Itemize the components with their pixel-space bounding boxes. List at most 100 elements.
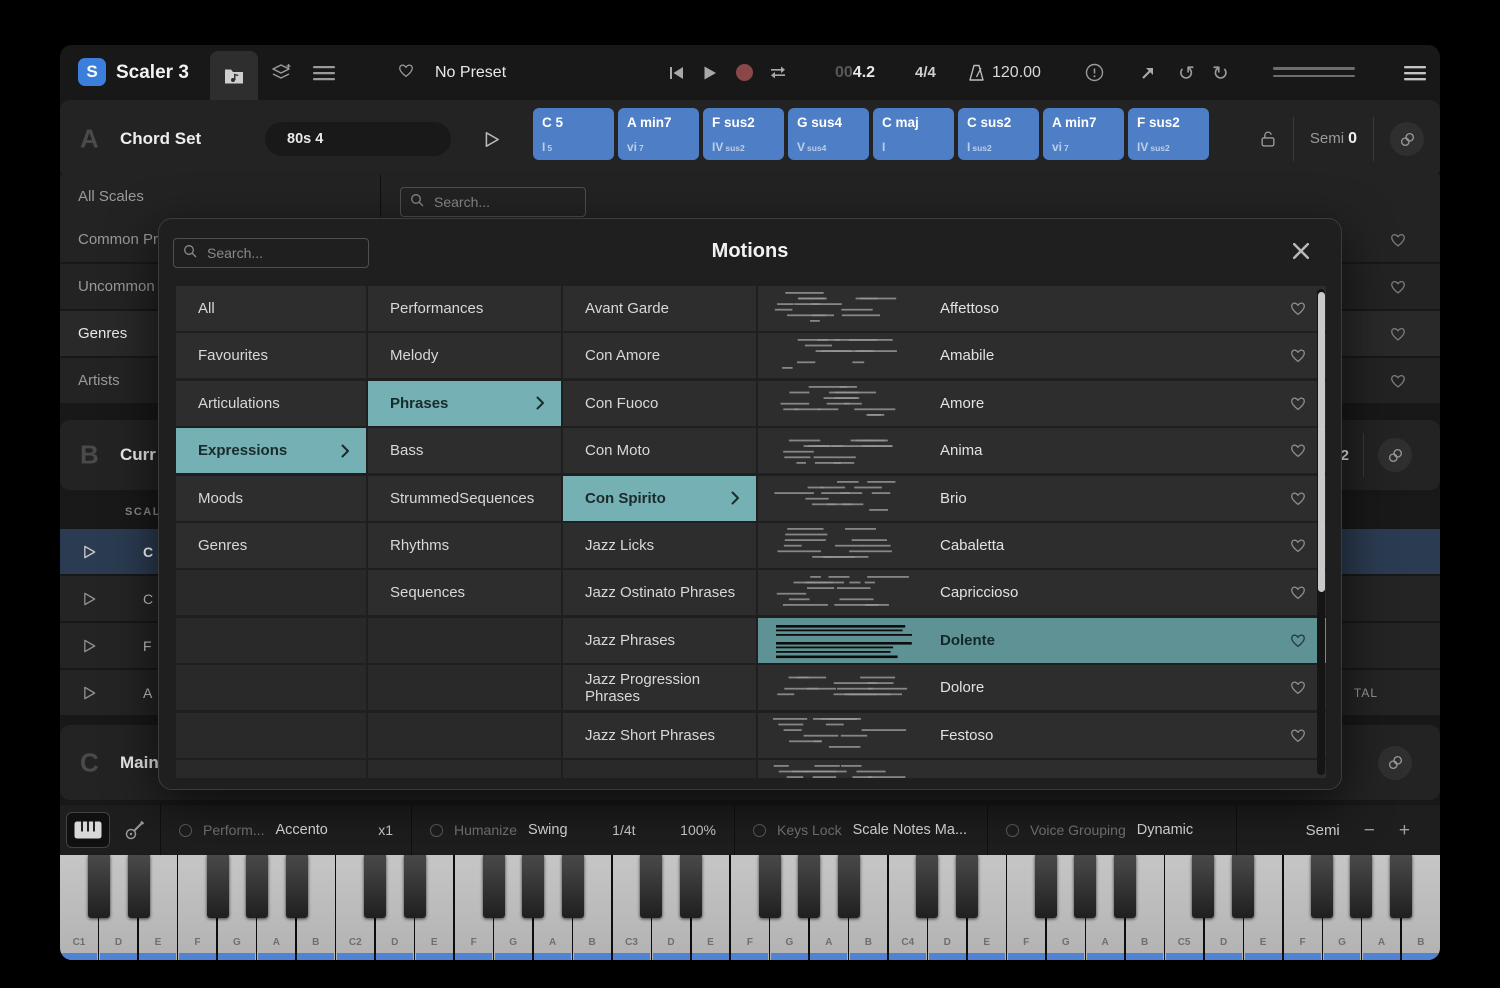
results-scrollbar[interactable] [1317,289,1325,775]
play-chord-set-button[interactable] [483,130,501,154]
piano-black-key[interactable] [680,855,702,918]
preset-name[interactable]: No Preset [435,45,506,100]
motion-result-row[interactable]: Affettoso [758,286,1326,331]
group-item-jazz-phrases[interactable]: Jazz Phrases [563,618,756,663]
guitar-view-button[interactable] [110,819,160,841]
motion-result-row[interactable]: Capriccioso [758,570,1326,615]
redo-button[interactable]: ↻ [1212,45,1229,100]
undo-button[interactable]: ↺ [1178,45,1195,100]
time-signature[interactable]: 4/4 [915,45,936,100]
alerts-button[interactable] [1084,45,1104,100]
keys-lock-control[interactable]: Keys LockScale Notes Ma... [735,805,987,855]
heart-icon[interactable] [1290,680,1306,695]
piano-black-key[interactable] [1232,855,1254,918]
play-icon[interactable] [82,685,97,701]
motion-result-row[interactable]: Amore [758,381,1326,426]
minus-button[interactable]: − [1364,821,1375,840]
chord-pad[interactable]: F sus2IVsus2 [703,108,784,160]
semi-transpose[interactable]: Semi0 [1310,130,1357,148]
piano-black-key[interactable] [483,855,505,918]
heart-icon[interactable] [1290,585,1306,600]
type-item-rhythms[interactable]: Rhythms [368,523,561,568]
chord-pad[interactable]: A min7vi7 [1043,108,1124,160]
humanize-control[interactable]: HumanizeSwing1/4t100% [412,805,734,855]
close-button[interactable] [1291,241,1311,261]
group-item-con-fuoco[interactable]: Con Fuoco [563,381,756,426]
motion-result-row[interactable]: Dolente [758,618,1326,663]
piano-black-key[interactable] [286,855,308,918]
radio-indicator[interactable] [1006,824,1019,837]
skip-to-start-button[interactable] [666,45,686,100]
piano-black-key[interactable] [128,855,150,918]
piano-black-key[interactable] [798,855,820,918]
motion-result-row[interactable]: Brio [758,476,1326,521]
piano-black-key[interactable] [759,855,781,918]
plus-button[interactable]: + [1399,821,1410,840]
motions-search-box[interactable] [173,238,369,268]
heart-icon[interactable] [1390,232,1406,247]
motion-result-row[interactable]: Dolore [758,665,1326,710]
chord-pad[interactable]: F sus2IVsus2 [1128,108,1209,160]
heart-icon[interactable] [1290,301,1306,316]
category-item-expressions[interactable]: Expressions [176,428,366,473]
main-menu-button[interactable] [1402,45,1428,100]
piano-black-key[interactable] [364,855,386,918]
loop-button[interactable] [766,45,790,100]
scrollbar-thumb[interactable] [1318,292,1325,592]
piano-black-key[interactable] [838,855,860,918]
piano-black-key[interactable] [916,855,938,918]
radio-indicator[interactable] [179,824,192,837]
piano-black-key[interactable] [1074,855,1096,918]
layers-button[interactable] [268,45,294,100]
piano-black-key[interactable] [1311,855,1333,918]
voice-grouping-control[interactable]: Voice GroupingDynamic [988,805,1236,855]
tab-songs[interactable] [210,51,258,100]
perform-control[interactable]: Perform...Accentox1 [161,805,411,855]
motion-result-row[interactable]: Festoso [758,713,1326,758]
heart-icon[interactable] [1390,326,1406,341]
motion-result-row[interactable]: Amabile [758,333,1326,378]
sidebar-item-all-scales[interactable]: All Scales [60,175,1440,217]
category-item-articulations[interactable]: Articulations [176,381,366,426]
group-item-jazz-ostinato-phrases[interactable]: Jazz Ostinato Phrases [563,570,756,615]
lock-button[interactable] [1259,130,1277,148]
play-icon[interactable] [82,591,97,607]
chord-pad[interactable]: C sus2Isus2 [958,108,1039,160]
mixer-lines-icon[interactable] [1273,45,1355,100]
type-item-bass[interactable]: Bass [368,428,561,473]
export-button[interactable] [1138,45,1158,100]
group-item-jazz-licks[interactable]: Jazz Licks [563,523,756,568]
motion-result-row[interactable]: Anima [758,428,1326,473]
motions-search-input[interactable] [205,244,359,262]
radio-indicator[interactable] [753,824,766,837]
link-button[interactable] [1378,438,1412,472]
list-view-button[interactable] [310,45,338,100]
piano-black-key[interactable] [522,855,544,918]
group-item-jazz-short-phrases[interactable]: Jazz Short Phrases [563,713,756,758]
piano-black-key[interactable] [246,855,268,918]
group-item-avant-garde[interactable]: Avant Garde [563,286,756,331]
type-item-phrases[interactable]: Phrases [368,381,561,426]
piano-black-key[interactable] [640,855,662,918]
group-item-jazz-progression-phrases[interactable]: Jazz Progression Phrases [563,665,756,710]
piano-black-key[interactable] [1114,855,1136,918]
heart-icon[interactable] [1290,396,1306,411]
scales-search-input[interactable] [432,193,576,211]
piano-black-key[interactable] [1390,855,1412,918]
record-button[interactable] [734,45,754,100]
type-item-performances[interactable]: Performances [368,286,561,331]
type-item-sequences[interactable]: Sequences [368,570,561,615]
favorite-preset-button[interactable] [396,45,416,100]
motion-result-row[interactable] [758,760,1326,778]
chord-pad[interactable]: G sus4Vsus4 [788,108,869,160]
play-icon[interactable] [82,638,97,654]
piano-black-key[interactable] [207,855,229,918]
type-item-strummedsequences[interactable]: StrummedSequences [368,476,561,521]
heart-icon[interactable] [1290,491,1306,506]
chord-pad[interactable]: A min7vi7 [618,108,699,160]
heart-icon[interactable] [1390,373,1406,388]
piano-black-key[interactable] [1350,855,1372,918]
heart-icon[interactable] [1390,279,1406,294]
category-item-all[interactable]: All [176,286,366,331]
scales-search-box[interactable] [400,187,586,217]
